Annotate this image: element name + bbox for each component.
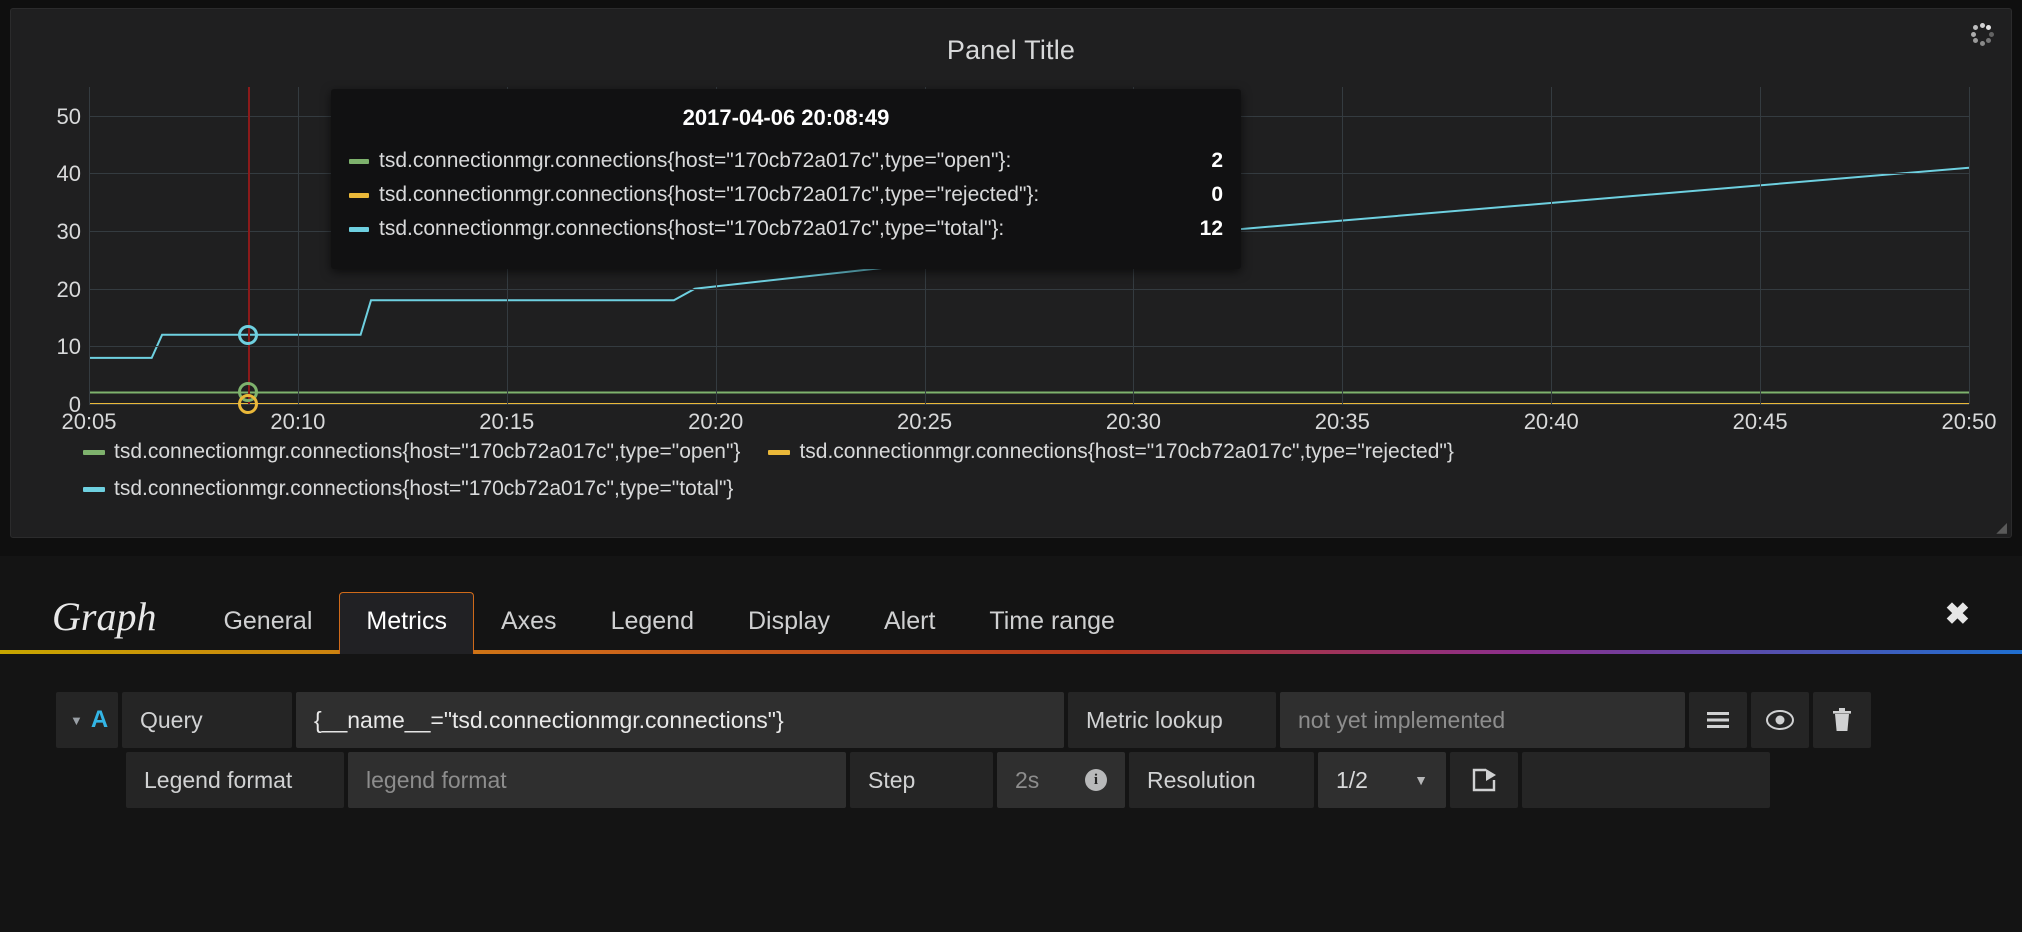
y-axis-tick-label: 40: [56, 161, 81, 187]
tooltip-rows: tsd.connectionmgr.connections{host="170c…: [349, 149, 1223, 241]
gridline-vertical: [89, 87, 90, 404]
y-axis-tick-label: 50: [56, 103, 81, 129]
x-axis-tick-label: 20:10: [270, 409, 326, 434]
x-axis-tick-label: 20:20: [688, 409, 744, 434]
step-placeholder-text: 2s: [1015, 766, 1040, 793]
metric-lookup-label: Metric lookup: [1068, 692, 1276, 748]
legend-item-label: tsd.connectionmgr.connections{host="170c…: [114, 476, 734, 500]
x-axis-tick-label: 20:30: [1105, 409, 1161, 434]
hamburger-menu-icon[interactable]: [1689, 692, 1747, 748]
tooltip-row: tsd.connectionmgr.connections{host="170c…: [349, 217, 1223, 241]
graph-legend: tsd.connectionmgr.connections{host="170c…: [83, 434, 1991, 508]
series-tooltip: 2017-04-06 20:08:49 tsd.connectionmgr.co…: [331, 89, 1241, 269]
tab-metrics[interactable]: Metrics: [339, 592, 474, 654]
row2-spacer: [56, 752, 122, 808]
info-icon[interactable]: i: [1085, 769, 1107, 791]
close-icon[interactable]: ✖: [1945, 600, 1970, 630]
tab-time-range[interactable]: Time range: [962, 592, 1142, 654]
tab-general[interactable]: General: [196, 592, 339, 654]
external-link-icon[interactable]: [1450, 752, 1518, 808]
tooltip-series-value: 12: [1199, 217, 1223, 240]
gridline-vertical: [1760, 87, 1762, 404]
x-axis-tick-label: 20:45: [1732, 409, 1788, 434]
series-color-swatch[interactable]: [768, 449, 791, 455]
gridline-vertical: [1551, 87, 1553, 404]
tab-legend[interactable]: Legend: [584, 592, 721, 654]
query-input[interactable]: {__name__="tsd.connectionmgr.connections…: [296, 692, 1064, 748]
editor-tabs: General Metrics Axes Legend Display Alert Time…: [196, 592, 1141, 654]
legend-item[interactable]: tsd.connectionmgr.connections{host="170c…: [83, 434, 740, 471]
panel-editor: Graph General Metrics Axes Legend Display Ale…: [0, 556, 2022, 932]
legend-item-label: tsd.connectionmgr.connections{host="170c…: [114, 440, 741, 463]
editor-tabbar: Graph General Metrics Axes Legend Display Ale…: [0, 556, 2022, 654]
query-refid-a[interactable]: ▼ A: [56, 692, 118, 748]
tab-alert[interactable]: Alert: [857, 592, 962, 654]
editor-title: Graph: [52, 594, 157, 639]
tooltip-series-name: tsd.connectionmgr.connections{host="170c…: [379, 217, 1005, 240]
trash-icon[interactable]: [1813, 692, 1871, 748]
resolution-label: Resolution: [1129, 752, 1314, 808]
tab-underline: [0, 650, 2022, 654]
metrics-query-area: ▼ A Query {__name__="tsd.connectionmgr.c…: [0, 654, 2022, 808]
tab-axes[interactable]: Axes: [474, 592, 584, 654]
query-options-row: Legend format legend format Step 2s i Re…: [56, 752, 2022, 808]
y-axis: 0 10 20 30 40 50: [11, 87, 81, 417]
query-row-a: ▼ A Query {__name__="tsd.connectionmgr.c…: [56, 692, 2022, 748]
tooltip-series-name: tsd.connectionmgr.connections{host="170c…: [379, 183, 1040, 206]
gridline-vertical: [297, 87, 299, 404]
x-axis-tick-label: 20:35: [1314, 409, 1370, 434]
tooltip-row: tsd.connectionmgr.connections{host="170c…: [349, 183, 1223, 207]
resize-grip-icon[interactable]: ◢: [1996, 520, 2007, 534]
gridline-horizontal: [89, 346, 1969, 348]
y-axis-tick-label: 10: [56, 334, 81, 360]
tooltip-timestamp: 2017-04-06 20:08:49: [682, 105, 890, 130]
tooltip-series-value: 2: [1211, 149, 1223, 172]
eye-icon[interactable]: [1751, 692, 1809, 748]
row2-trailing-cell: [1522, 752, 1770, 808]
legend-item-label: tsd.connectionmgr.connections{host="170c…: [799, 440, 1454, 463]
x-axis-tick-label: 20:50: [1941, 409, 1997, 434]
gridline-horizontal: [89, 404, 1969, 405]
x-axis-tick-label: 20:15: [479, 409, 535, 434]
x-axis-tick-label: 20:25: [897, 409, 953, 434]
gridline-horizontal: [89, 288, 1969, 290]
query-refid-label: A: [90, 706, 109, 733]
metric-lookup-input[interactable]: not yet implemented: [1280, 692, 1685, 748]
panel-title[interactable]: Panel Title: [11, 9, 2011, 66]
graph-panel: Panel Title 0 10 20 30 40 50 20:05 20:10 20:15 2…: [10, 8, 2012, 538]
series-color-swatch[interactable]: [83, 486, 105, 492]
step-label: Step: [850, 752, 993, 808]
chevron-down-icon[interactable]: ▼: [70, 713, 83, 728]
step-input[interactable]: 2s i: [997, 752, 1125, 808]
loading-spinner-icon: [1969, 21, 1995, 47]
tooltip-series-name: tsd.connectionmgr.connections{host="170c…: [379, 149, 1012, 172]
gridline-vertical: [1969, 87, 1970, 404]
series-color-swatch: [349, 192, 369, 198]
series-color-swatch: [349, 226, 369, 232]
x-axis-tick-label: 20:40: [1523, 409, 1579, 434]
legend-item[interactable]: tsd.connectionmgr.connections{host="170c…: [768, 434, 1454, 471]
gridline-vertical: [1342, 87, 1344, 404]
crosshair-line: [248, 87, 251, 404]
resolution-select[interactable]: 1/2 ▼: [1318, 752, 1446, 808]
legend-format-input[interactable]: legend format: [348, 752, 846, 808]
x-axis-tick-label: 20:05: [61, 409, 117, 434]
legend-format-label: Legend format: [126, 752, 344, 808]
chevron-down-icon[interactable]: ▼: [1414, 772, 1428, 788]
tooltip-series-value: 0: [1211, 183, 1223, 206]
query-label: Query: [122, 692, 292, 748]
y-axis-tick-label: 20: [56, 276, 81, 302]
series-color-swatch: [349, 158, 369, 164]
series-color-swatch[interactable]: [83, 449, 105, 455]
tooltip-row: tsd.connectionmgr.connections{host="170c…: [349, 149, 1223, 173]
y-axis-tick-label: 30: [56, 219, 81, 245]
resolution-value: 1/2: [1336, 766, 1368, 793]
series-point-marker: [238, 324, 259, 345]
tab-display[interactable]: Display: [721, 592, 857, 654]
legend-item[interactable]: tsd.connectionmgr.connections{host="170c…: [83, 471, 733, 508]
